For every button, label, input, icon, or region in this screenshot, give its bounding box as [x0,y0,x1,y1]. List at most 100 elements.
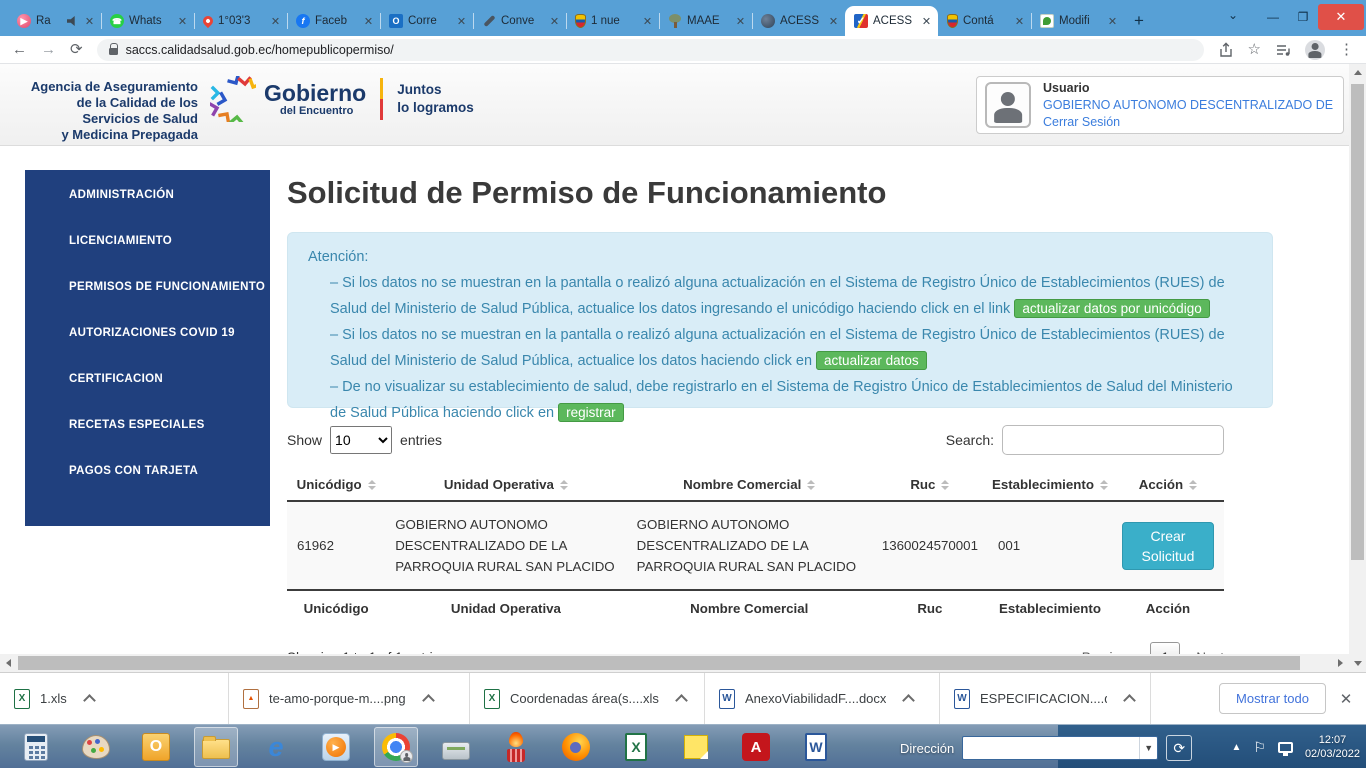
logout-link[interactable]: Cerrar Sesión [1043,114,1335,131]
col-nombre-comercial[interactable]: Nombre Comercial [627,469,872,501]
scanner-icon[interactable] [434,727,478,767]
scroll-left-icon[interactable] [0,654,17,672]
sidebar-item-recetas[interactable]: RECETAS ESPECIALES [69,419,270,431]
tab-close-icon[interactable]: ✕ [269,15,282,28]
actualizar-datos-link[interactable]: actualizar datos [816,351,927,370]
user-name-link[interactable]: GOBIERNO AUTONOMO DESCENTRALIZADO DE LA … [1043,97,1335,114]
action-center-flag-icon[interactable]: ⚐ [1253,739,1266,756]
sort-icon[interactable] [941,480,949,490]
paint-icon[interactable] [74,727,118,767]
page-size-select[interactable]: 10 [330,426,392,454]
vertical-scrollbar[interactable] [1349,64,1366,672]
col-unidad-operativa[interactable]: Unidad Operativa [385,469,626,501]
sidebar-item-administracion[interactable]: ADMINISTRACIÓN [69,189,270,201]
sidebar-item-permisos[interactable]: PERMISOS DE FUNCIONAMIENTO [69,281,270,293]
chrome-icon[interactable] [374,727,418,767]
forward-icon[interactable]: → [41,42,56,57]
tab-close-icon[interactable]: ✕ [176,15,189,28]
tab-modificacion[interactable]: Modifi ✕ [1031,6,1124,36]
tab-facebook[interactable]: f Faceb ✕ [287,6,380,36]
col-unicodigo[interactable]: Unicódigo [287,469,385,501]
excel-icon[interactable]: X [614,727,658,767]
tab-close-icon[interactable]: ✕ [362,15,375,28]
show-all-downloads-button[interactable]: Mostrar todo [1219,683,1326,714]
firefox-icon[interactable] [554,727,598,767]
horizontal-scroll-thumb[interactable] [18,656,1300,670]
word-icon[interactable]: W [794,727,838,767]
network-icon[interactable] [1278,742,1293,753]
close-button[interactable]: ✕ [1318,4,1364,30]
tab-close-icon[interactable]: ✕ [1106,15,1119,28]
chevron-up-icon[interactable] [83,694,96,707]
profile-avatar-icon[interactable] [1305,40,1325,60]
outlook-icon[interactable]: O [134,727,178,767]
tab-radio[interactable]: ▶ Ra ✕ [8,6,101,36]
lock-icon[interactable] [109,48,118,55]
sort-icon[interactable] [1189,480,1197,490]
chevron-up-icon[interactable] [422,694,435,707]
acrobat-icon[interactable]: A [734,727,778,767]
direccion-combo[interactable]: ▼ [962,736,1158,760]
tab-close-icon[interactable]: ✕ [455,15,468,28]
scroll-up-icon[interactable] [1349,64,1366,81]
download-item[interactable]: X Coordenadas área(s....xls [470,673,704,724]
sort-icon[interactable] [368,480,376,490]
internet-explorer-icon[interactable]: e [254,727,298,767]
horizontal-scrollbar[interactable] [0,654,1349,672]
direccion-input[interactable] [963,737,1139,759]
tab-close-icon[interactable]: ✕ [827,15,840,28]
explorer-icon[interactable] [194,727,238,767]
tab-converter[interactable]: Conve ✕ [473,6,566,36]
menu-dots-icon[interactable]: ⋮ [1339,42,1354,57]
tab-close-icon[interactable]: ✕ [641,15,654,28]
tab-close-icon[interactable]: ✕ [83,15,96,28]
back-icon[interactable]: ← [12,42,27,57]
chevron-up-icon[interactable] [903,694,916,707]
address-bar[interactable]: saccs.calidadsalud.gob.ec/homepublicoper… [97,39,1204,61]
tab-search-chevron-icon[interactable]: ⌄ [1228,8,1238,22]
download-item[interactable]: ▲ te-amo-porque-m....png [229,673,469,724]
download-item[interactable]: X 1.xls [0,673,228,724]
col-accion[interactable]: Acción [1112,469,1224,501]
sidebar-item-pagos[interactable]: PAGOS CON TARJETA [69,465,270,477]
sidebar-item-licenciamiento[interactable]: LICENCIAMIENTO [69,235,270,247]
tab-close-icon[interactable]: ✕ [1013,15,1026,28]
chevron-up-icon[interactable] [1123,694,1136,707]
close-downloads-icon[interactable]: ✕ [1326,690,1366,708]
col-ruc[interactable]: Ruc [872,469,988,501]
sort-icon[interactable] [560,480,568,490]
actualizar-unicodigo-link[interactable]: actualizar datos por unicódigo [1014,299,1209,318]
scroll-right-icon[interactable] [1332,654,1349,672]
minimize-button[interactable]: — [1258,4,1288,30]
tab-audio-icon[interactable] [67,16,78,26]
tab-gob-ec[interactable]: 1 nue ✕ [566,6,659,36]
tab-close-icon[interactable]: ✕ [734,15,747,28]
url-text[interactable]: saccs.calidadsalud.gob.ec/homepublicoper… [126,43,394,57]
vertical-scroll-thumb[interactable] [1351,84,1364,560]
bookmark-star-icon[interactable]: ☆ [1248,42,1261,57]
tab-acess-globe[interactable]: ACESS ✕ [752,6,845,36]
sticky-notes-icon[interactable] [674,727,718,767]
share-icon[interactable] [1218,42,1234,58]
search-input[interactable] [1002,425,1224,455]
reload-icon[interactable]: ⟳ [70,42,83,57]
tab-close-icon[interactable]: ✕ [920,15,933,28]
restore-button[interactable]: ❐ [1288,4,1318,30]
sidebar-item-autorizaciones[interactable]: AUTORIZACIONES COVID 19 [69,327,270,339]
download-item[interactable]: W ESPECIFICACION....docx [940,673,1150,724]
media-player-icon[interactable]: ▶ [314,727,358,767]
tab-acess-active[interactable]: ✓ ACESS ✕ [845,6,938,36]
download-item[interactable]: W AnexoViabilidadF....docx [705,673,939,724]
burn-tool-icon[interactable] [494,727,538,767]
registrar-link[interactable]: registrar [558,403,624,422]
refresh-go-icon[interactable]: ⟳ [1166,735,1192,761]
tab-maps[interactable]: 1°03'3 ✕ [194,6,287,36]
sort-icon[interactable] [1100,480,1108,490]
tab-maae[interactable]: MAAE ✕ [659,6,752,36]
tab-close-icon[interactable]: ✕ [548,15,561,28]
tray-expand-icon[interactable]: ▲ [1231,742,1241,753]
crear-solicitud-button[interactable]: Crear Solicitud [1122,522,1214,570]
taskbar-clock[interactable]: 12:07 02/03/2022 [1305,733,1360,761]
calculator-icon[interactable] [14,727,58,767]
col-establecimiento[interactable]: Establecimiento [988,469,1112,501]
